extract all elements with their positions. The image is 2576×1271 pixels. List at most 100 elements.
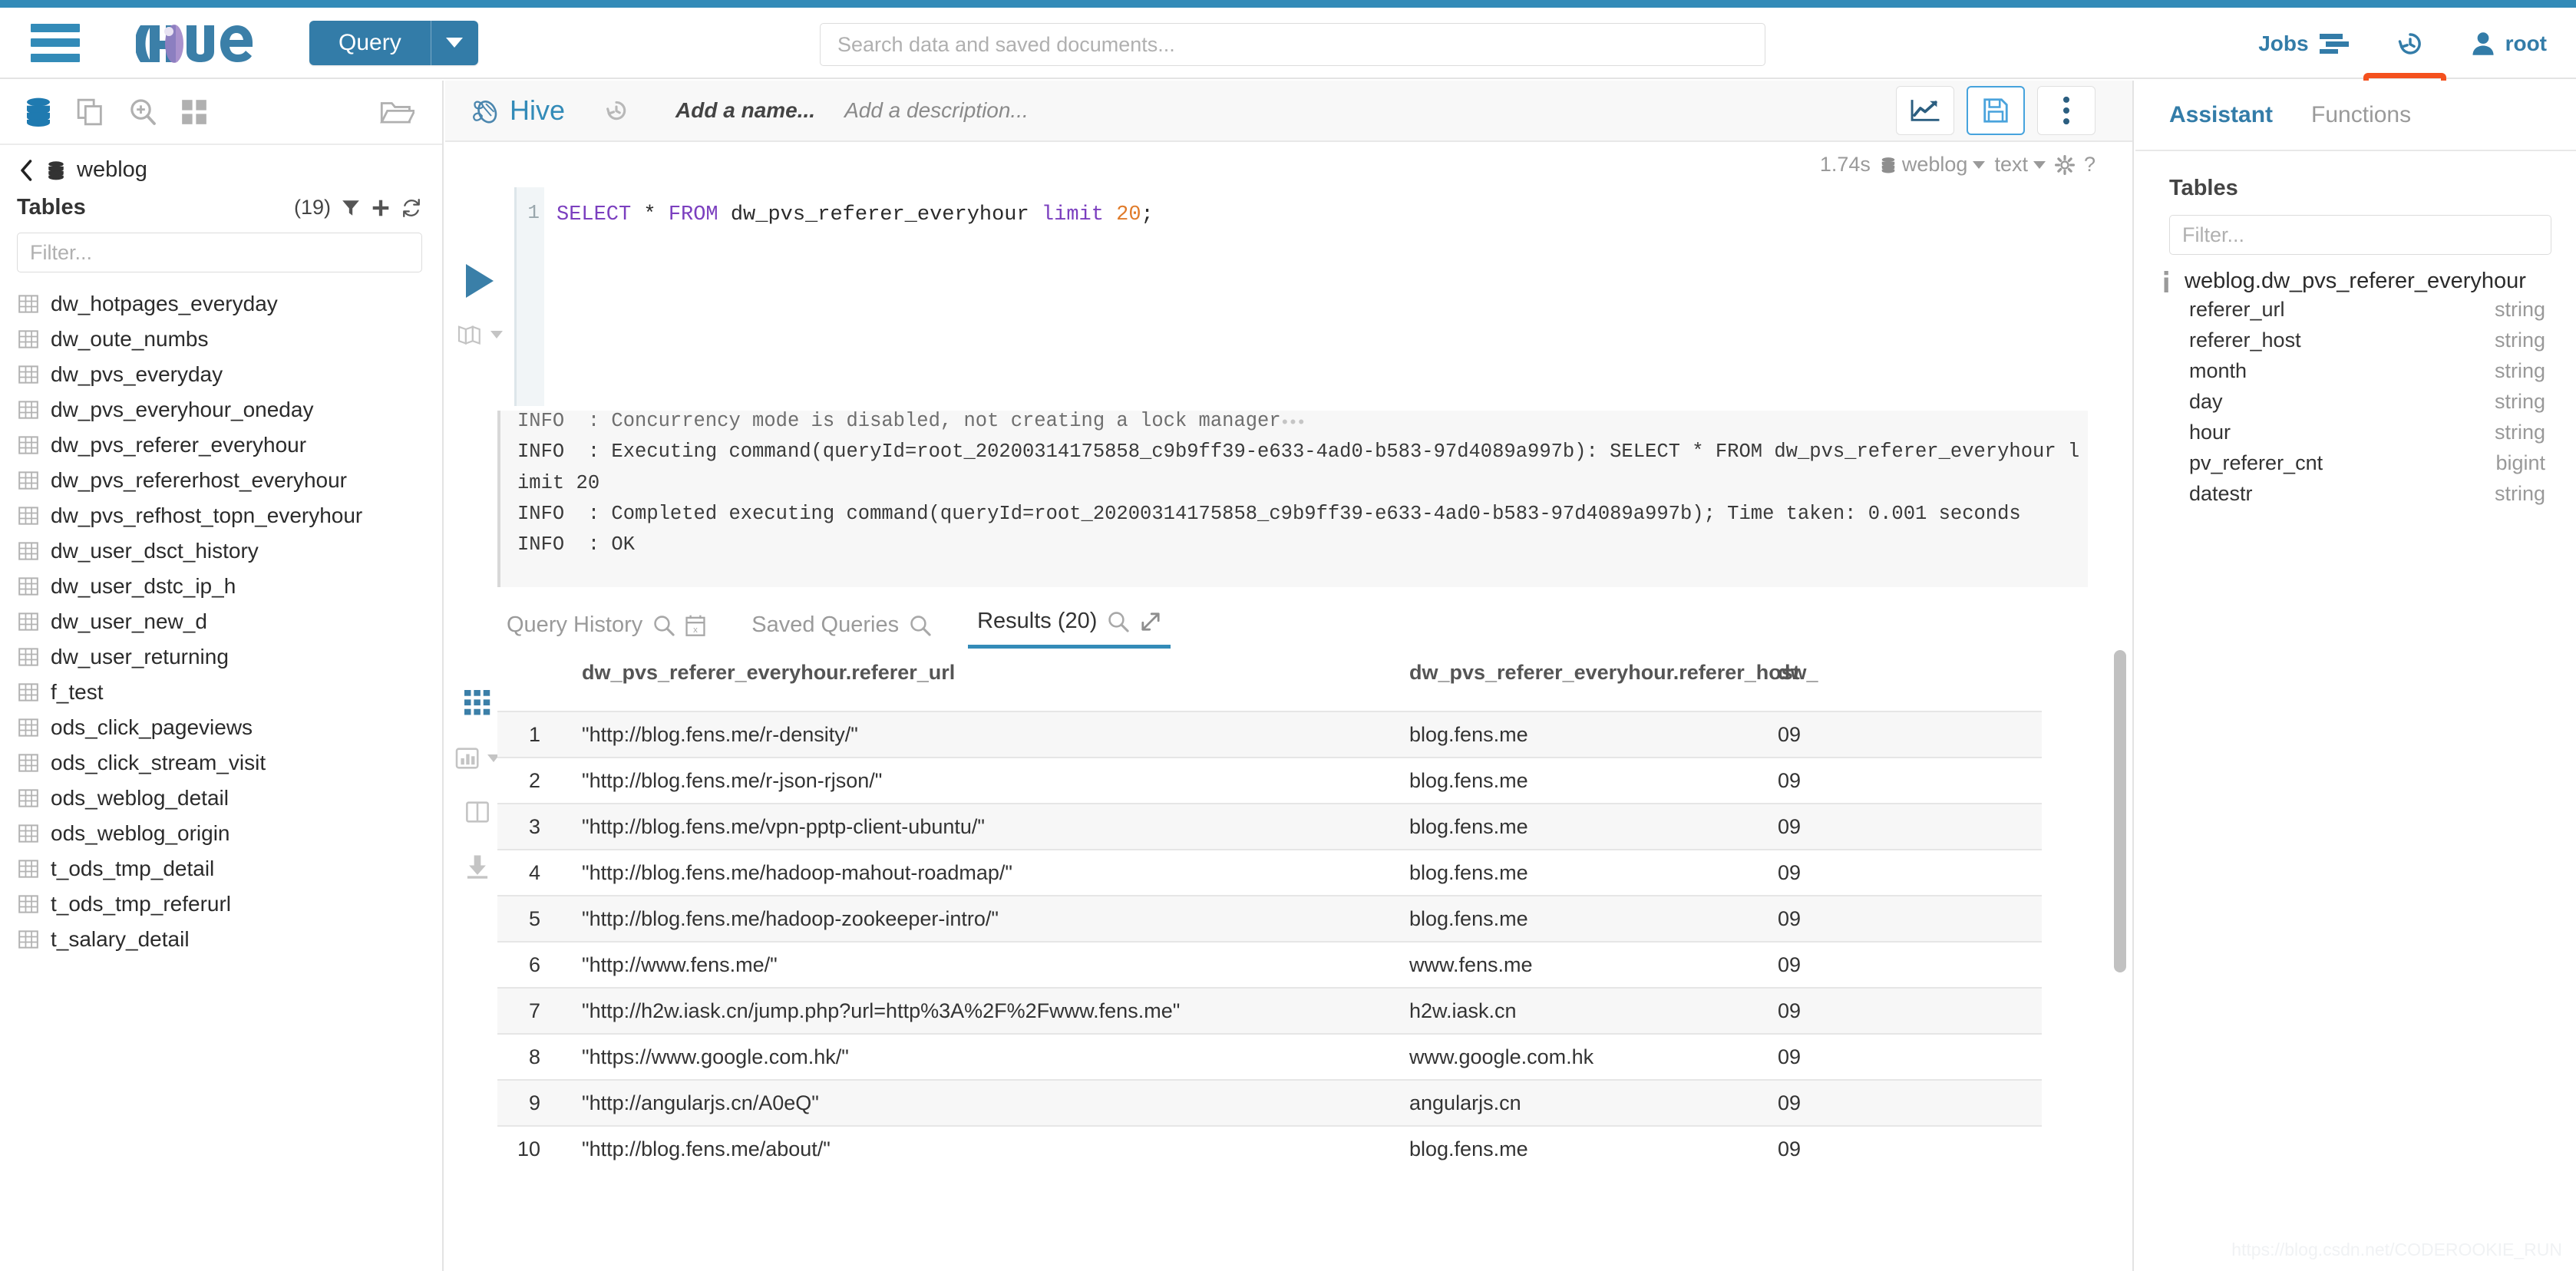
assistant-tab[interactable]: Assistant [2169, 102, 2273, 128]
table-list-item[interactable]: t_ods_tmp_referurl [18, 886, 442, 922]
plus-icon[interactable] [371, 198, 391, 218]
assistant-tab[interactable]: Functions [2311, 102, 2411, 128]
table-list-item[interactable]: ods_click_pageviews [18, 710, 442, 745]
assistant-table-entry[interactable]: weblog.dw_pvs_referer_everyhour [2135, 255, 2576, 294]
assistant-column-item[interactable]: referer_urlstring [2135, 294, 2576, 325]
calendar-icon[interactable]: x [685, 615, 705, 636]
table-list-item[interactable]: ods_weblog_detail [18, 781, 442, 816]
results-tool-column [445, 650, 497, 1172]
open-folder-icon[interactable] [379, 97, 414, 127]
table-list-item[interactable]: dw_user_returning [18, 639, 442, 675]
result-tab[interactable]: Query Historyx [497, 612, 715, 649]
breadcrumb[interactable]: weblog [0, 145, 442, 190]
results-row[interactable]: 7"http://h2w.iask.cn/jump.php?url=http%3… [497, 988, 2042, 1034]
run-query-button[interactable] [466, 264, 494, 298]
cell-referer-url: "http://blog.fens.me/r-density/" [557, 711, 1409, 758]
refresh-icon[interactable] [401, 198, 422, 218]
query-name-field[interactable]: Add a name... [675, 98, 815, 123]
query-description-field[interactable]: Add a description... [844, 98, 1029, 123]
table-list-item[interactable]: dw_user_dsct_history [18, 533, 442, 569]
table-list-item[interactable]: t_salary_detail [18, 922, 442, 957]
engine-label[interactable]: Hive [470, 94, 565, 127]
search-icon[interactable] [1108, 611, 1129, 632]
results-row[interactable]: 2"http://blog.fens.me/r-json-rjson/"blog… [497, 758, 2042, 804]
user-menu[interactable]: root [2472, 31, 2547, 56]
table-list-item[interactable]: dw_user_dstc_ip_h [18, 569, 442, 604]
chevron-down-icon [446, 38, 463, 48]
search-icon[interactable] [910, 615, 931, 636]
table-list-item[interactable]: ods_weblog_origin [18, 816, 442, 851]
table-list-item[interactable]: f_test [18, 675, 442, 710]
global-search-input[interactable] [820, 23, 1765, 66]
results-row[interactable]: 10"http://blog.fens.me/about/"blog.fens.… [497, 1126, 2042, 1172]
search-icon[interactable] [653, 615, 675, 636]
table-list-item[interactable]: dw_hotpages_everyday [18, 286, 442, 322]
results-column-header[interactable]: dw_pvs_referer_everyhour.referer_url [557, 650, 1409, 711]
columns-view-icon[interactable] [465, 801, 490, 824]
table-list-item[interactable]: dw_oute_numbs [18, 322, 442, 357]
table-list-item[interactable]: t_ods_tmp_detail [18, 851, 442, 886]
results-column-header[interactable]: dw_pvs_referer_everyhour.referer_host [1409, 650, 1778, 711]
format-selector[interactable]: text [1994, 153, 2046, 177]
row-index: 9 [497, 1080, 557, 1126]
results-column-header[interactable]: dw_ [1778, 650, 2042, 711]
hamburger-menu-icon[interactable] [31, 24, 80, 62]
assistant-column-item[interactable]: hourstring [2135, 417, 2576, 447]
results-table: dw_pvs_referer_everyhour.referer_urldw_p… [497, 650, 2042, 1172]
table-list-item-label: dw_pvs_refererhost_everyhour [51, 468, 347, 493]
table-list-item[interactable]: dw_user_new_d [18, 604, 442, 639]
query-dropdown-caret[interactable] [431, 21, 478, 65]
history-button[interactable] [2396, 30, 2424, 58]
search-plus-icon[interactable] [127, 97, 158, 127]
query-button-group[interactable]: Query [309, 21, 478, 65]
sql-code-text[interactable]: SELECT * FROM dw_pvs_referer_everyhour l… [544, 187, 2102, 406]
results-row[interactable]: 9"http://angularjs.cn/A0eQ"angularjs.cn0… [497, 1080, 2042, 1126]
assistant-filter-input[interactable] [2169, 215, 2551, 255]
assistant-column-item[interactable]: monthstring [2135, 355, 2576, 386]
results-row[interactable]: 8"https://www.google.com.hk/"www.google.… [497, 1034, 2042, 1080]
grid-apps-icon[interactable] [180, 97, 209, 127]
grid-view-icon[interactable] [464, 690, 490, 716]
database-browser-icon[interactable] [23, 97, 54, 127]
chart-view-icon[interactable] [455, 747, 500, 770]
table-list-item[interactable]: dw_pvs_refhost_topn_everyhour [18, 498, 442, 533]
documents-icon[interactable] [75, 97, 106, 127]
expand-arrows-icon[interactable] [1140, 611, 1161, 632]
table-list-item[interactable]: dw_pvs_refererhost_everyhour [18, 463, 442, 498]
assistant-column-item[interactable]: daystring [2135, 386, 2576, 417]
filter-icon[interactable] [341, 198, 361, 218]
assistant-column-item[interactable]: pv_referer_cntbigint [2135, 447, 2576, 478]
result-tab[interactable]: Saved Queries [742, 612, 940, 649]
results-row[interactable]: 5"http://blog.fens.me/hadoop-zookeeper-i… [497, 896, 2042, 942]
database-selector[interactable]: weblog [1880, 153, 1986, 177]
help-button[interactable]: ? [2084, 153, 2095, 177]
results-row[interactable]: 6"http://www.fens.me/"www.fens.me09 [497, 942, 2042, 988]
log-resize-handle[interactable]: ••• [1282, 412, 1306, 432]
save-as-button[interactable] [1967, 86, 2025, 135]
assistant-column-item[interactable]: referer_hoststring [2135, 325, 2576, 355]
editor-history-button[interactable] [603, 97, 629, 124]
hue-logo[interactable] [136, 21, 253, 64]
table-list-item[interactable]: dw_pvs_everyday [18, 357, 442, 392]
results-vertical-scrollbar[interactable] [2114, 650, 2126, 972]
result-tab[interactable]: Results (20) [968, 609, 1171, 649]
sidebar-filter-input[interactable] [17, 233, 422, 272]
download-icon[interactable] [465, 854, 490, 879]
results-row[interactable]: 3"http://blog.fens.me/vpn-pptp-client-ub… [497, 804, 2042, 850]
results-row[interactable]: 1"http://blog.fens.me/r-density/"blog.fe… [497, 711, 2042, 758]
settings-button[interactable] [2055, 155, 2075, 175]
assistant-column-item[interactable]: datestrstring [2135, 478, 2576, 509]
table-list-item[interactable]: ods_click_stream_visit [18, 745, 442, 781]
more-options-button[interactable] [2037, 86, 2095, 135]
table-list-item[interactable]: dw_pvs_referer_everyhour [18, 428, 442, 463]
chart-button[interactable] [1896, 86, 1954, 135]
chevron-left-icon[interactable] [18, 159, 35, 182]
presentation-mode-button[interactable] [457, 324, 503, 345]
table-list-item-label: dw_pvs_referer_everyhour [51, 433, 306, 457]
code-editor-area[interactable]: 1 SELECT * FROM dw_pvs_referer_everyhour… [514, 187, 2102, 406]
table-list-item[interactable]: dw_pvs_everyhour_oneday [18, 392, 442, 428]
query-button[interactable]: Query [309, 21, 431, 65]
jobs-link[interactable]: Jobs [2258, 31, 2348, 56]
header-right-actions: Jobs root [2211, 8, 2547, 79]
results-row[interactable]: 4"http://blog.fens.me/hadoop-mahout-road… [497, 850, 2042, 896]
